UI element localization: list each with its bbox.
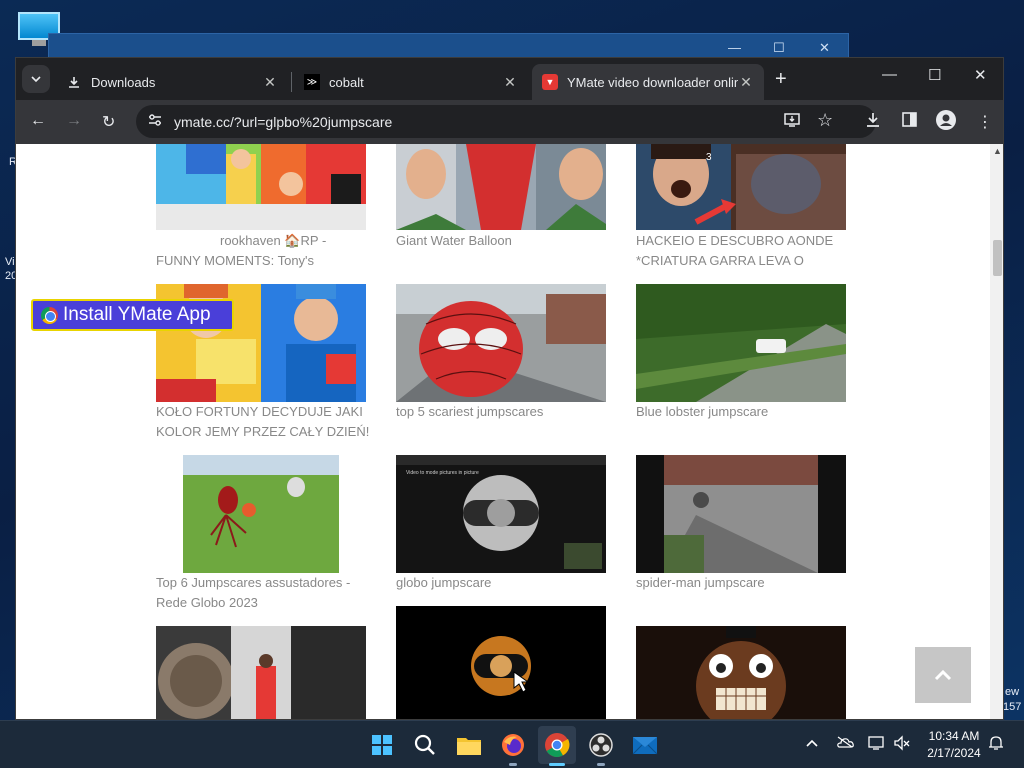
- video-thumbnail[interactable]: [156, 626, 366, 719]
- search-icon[interactable]: [411, 731, 439, 759]
- desktop-label: 157: [1003, 701, 1022, 713]
- maximize-icon[interactable]: ☐: [928, 66, 941, 84]
- video-thumbnail[interactable]: [396, 284, 606, 402]
- overlay-text: Video to mode pictures in picture: [406, 470, 479, 476]
- video-title[interactable]: HACKEIO E DESCUBRO AONDE *CRIATURA GARRA…: [636, 231, 851, 271]
- firefox-icon[interactable]: [499, 731, 527, 759]
- address-bar[interactable]: ymate.cc/?url=glpbo%20jumpscare ☆: [136, 105, 876, 138]
- tab-strip: Downloads ✕ ≫ cobalt ✕ ▼ YMate video dow…: [16, 58, 1003, 100]
- video-title[interactable]: Blue lobster jumpscare: [636, 402, 851, 422]
- video-thumbnail[interactable]: [156, 455, 366, 573]
- chevron-up-icon[interactable]: [806, 735, 818, 751]
- video-title[interactable]: top 5 scariest jumpscares: [396, 402, 611, 422]
- video-thumbnail[interactable]: [396, 144, 606, 230]
- tab-ymate[interactable]: ▼ YMate video downloader online ✕: [532, 64, 764, 100]
- video-thumbnail[interactable]: Video to mode pictures in picture: [396, 455, 606, 573]
- new-tab-icon[interactable]: +: [775, 68, 787, 91]
- close-tab-icon[interactable]: ✕: [502, 74, 518, 91]
- downloads-icon[interactable]: [865, 112, 881, 133]
- network-icon[interactable]: [868, 735, 886, 754]
- onedrive-icon[interactable]: [836, 735, 854, 751]
- video-title[interactable]: spider-man jumpscare: [636, 573, 851, 593]
- site-info-icon[interactable]: [148, 113, 172, 130]
- tab-title: Downloads: [91, 74, 156, 90]
- url-text: ymate.cc/?url=glpbo%20jumpscare: [174, 113, 393, 130]
- notifications-bell-icon[interactable]: [988, 735, 1004, 754]
- scroll-up-icon[interactable]: ▲: [993, 146, 1002, 156]
- download-icon: [66, 74, 82, 90]
- tab-downloads[interactable]: Downloads ✕: [56, 64, 288, 100]
- clock-time: 10:34 AM: [928, 729, 980, 743]
- chevron-up-icon: [934, 669, 952, 681]
- desktop-label: Vi: [5, 256, 15, 268]
- close-icon[interactable]: ✕: [974, 66, 987, 84]
- close-icon[interactable]: ✕: [819, 40, 830, 56]
- video-thumbnail[interactable]: [636, 455, 846, 573]
- chrome-icon: [41, 306, 58, 324]
- scrollbar-thumb[interactable]: [993, 240, 1002, 276]
- obs-icon[interactable]: [587, 731, 615, 759]
- video-thumbnail[interactable]: [636, 284, 846, 402]
- install-app-button[interactable]: Install YMate App: [31, 299, 234, 331]
- mail-icon[interactable]: [631, 731, 659, 759]
- profile-icon[interactable]: [936, 110, 956, 135]
- video-thumbnail[interactable]: [156, 144, 366, 230]
- forward-icon[interactable]: →: [66, 112, 82, 130]
- taskbar: 10:34 AM 2/17/2024: [0, 720, 1024, 768]
- close-tab-icon[interactable]: ✕: [262, 74, 278, 91]
- ymate-icon: ▼: [542, 74, 558, 90]
- video-title[interactable]: KOŁO FORTUNY DECYDUJE JAKI KOLOR JEMY PR…: [156, 402, 371, 442]
- file-explorer-icon[interactable]: [455, 731, 483, 759]
- tab-search-button[interactable]: [22, 65, 50, 93]
- bookmark-star-icon[interactable]: ☆: [817, 110, 833, 131]
- install-app-label: Install YMate App: [63, 304, 211, 325]
- video-thumbnail[interactable]: 3: [636, 144, 846, 230]
- start-windows-icon[interactable]: [368, 731, 396, 759]
- tab-title: cobalt: [329, 74, 364, 90]
- active-indicator: [549, 763, 565, 766]
- running-indicator: [509, 763, 517, 766]
- volume-muted-icon[interactable]: [893, 735, 911, 754]
- desktop-label: ew: [1005, 686, 1020, 698]
- video-title[interactable]: rookhaven 🏠RP - FUNNY MOMENTS: Tony's: [156, 231, 371, 271]
- chrome-window: Downloads ✕ ≫ cobalt ✕ ▼ YMate video dow…: [15, 57, 1004, 720]
- video-title[interactable]: Giant Water Balloon: [396, 231, 611, 251]
- maximize-icon[interactable]: ☐: [773, 40, 785, 56]
- chevron-down-icon: [31, 76, 41, 83]
- cobalt-icon: ≫: [304, 74, 320, 90]
- scroll-to-top-button[interactable]: [915, 647, 971, 703]
- running-indicator: [597, 763, 605, 766]
- clock-date: 2/17/2024: [927, 746, 981, 760]
- tab-cobalt[interactable]: ≫ cobalt ✕: [294, 64, 528, 100]
- side-panel-icon[interactable]: [902, 112, 917, 132]
- tab-title: YMate video downloader online: [567, 74, 738, 90]
- overlay-number: 3: [706, 152, 712, 163]
- video-thumbnail[interactable]: [636, 626, 846, 719]
- back-icon[interactable]: ←: [30, 112, 46, 130]
- video-title[interactable]: globo jumpscare: [396, 573, 611, 593]
- browser-toolbar: ← → ↻ ymate.cc/?url=glpbo%20jumpscare ☆ …: [16, 100, 1003, 144]
- chrome-taskbar-icon[interactable]: [538, 726, 576, 764]
- menu-kebab-icon[interactable]: ⋮: [977, 112, 993, 132]
- system-clock[interactable]: 10:34 AM 2/17/2024: [918, 728, 990, 762]
- minimize-icon[interactable]: —: [882, 66, 897, 83]
- minimize-icon[interactable]: —: [728, 40, 741, 55]
- page-scrollbar[interactable]: ▲: [990, 144, 1003, 719]
- install-app-icon[interactable]: [784, 112, 801, 133]
- close-tab-icon[interactable]: ✕: [738, 74, 754, 91]
- video-thumbnail[interactable]: [396, 606, 606, 719]
- page-viewport[interactable]: 3 rookhaven 🏠RP - FUNNY MOMENTS: Tony's …: [16, 144, 1003, 719]
- reload-icon[interactable]: ↻: [102, 112, 115, 132]
- video-title[interactable]: Top 6 Jumpscares assustadores - Rede Glo…: [156, 573, 371, 613]
